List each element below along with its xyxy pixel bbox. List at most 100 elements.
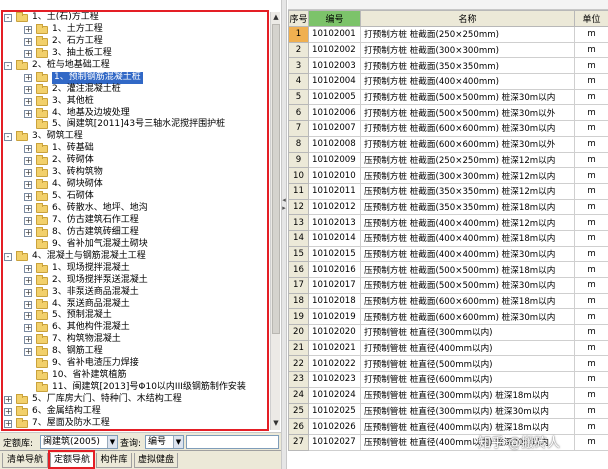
tree-item[interactable]: +5、石砌体 [2, 191, 268, 203]
table-row[interactable]: 11 10102011 压预制方桩 桩截面(350×350mm) 桩深12m以内 m [288, 182, 608, 200]
tree-item[interactable]: - 3、砌筑工程 [2, 131, 268, 143]
expand-icon[interactable]: + [24, 312, 32, 321]
query-field-select[interactable]: 编号 ▼ [145, 435, 184, 449]
chevron-down-icon[interactable]: ▼ [173, 436, 183, 448]
tree-item[interactable]: +2、石方工程 [2, 35, 268, 48]
expand-icon[interactable]: + [4, 419, 12, 428]
tree-item[interactable]: +8、钢筋工程 [2, 346, 268, 358]
col-header-name[interactable]: 名称 [360, 10, 575, 27]
tree-item[interactable]: 9、省补电渣压力焊接 [2, 358, 268, 370]
expand-icon[interactable]: + [24, 37, 32, 46]
tree-item[interactable]: +5、厂库房大门、特种门、木结构工程 [2, 394, 268, 406]
tree-item[interactable]: +8、仿古建筑砖细工程 [2, 226, 268, 239]
tree-item[interactable]: - 4、混凝土与钢筋混凝土工程 [2, 250, 268, 263]
col-header-unit[interactable]: 单位 [574, 10, 608, 27]
table-row[interactable]: 12 10102012 压预制方桩 桩截面(350×350mm) 桩深18m以内 m [288, 198, 608, 216]
splitter-arrows-icon[interactable]: ◂ ▸ [282, 196, 286, 212]
table-row[interactable]: 9 10102009 压预制方桩 桩截面(250×250mm) 桩深12m以内 m [288, 151, 608, 169]
collapse-icon[interactable]: - [4, 252, 12, 261]
tab-component-library[interactable]: 构件库 [96, 453, 132, 468]
table-row[interactable]: 13 10102013 压预制方桩 桩截面(400×400mm) 桩深12m以内 m [288, 214, 608, 231]
tree-item[interactable]: +6、金属结构工程 [2, 405, 268, 418]
tree-item[interactable]: +6、砖散水、地坪、地沟 [2, 203, 268, 215]
tree-item[interactable]: +1、土方工程 [2, 23, 268, 36]
tree-item[interactable]: - 2、桩与地基础工程 [2, 59, 268, 72]
tab-quota-navigation[interactable]: 定额导航 [50, 453, 94, 468]
tree-item[interactable]: +7、仿古建筑石作工程 [2, 214, 268, 227]
expand-icon[interactable]: + [24, 300, 32, 309]
tree-item[interactable]: +2、灌注混凝土桩 [2, 83, 268, 96]
tree-item[interactable]: +7、构筑物混凝土 [2, 334, 268, 346]
expand-icon[interactable]: + [24, 97, 32, 106]
tree-item[interactable]: 9、省补加气混凝土砌块 [2, 238, 268, 251]
tree-item[interactable]: - 1、土(石)方工程 [2, 12, 268, 24]
table-row[interactable]: 16 10102016 压预制方桩 桩截面(500×500mm) 桩深18m以内 m [288, 261, 608, 278]
col-header-seq[interactable]: 序号 [288, 10, 309, 27]
expand-icon[interactable]: + [24, 216, 32, 225]
expand-icon[interactable]: + [24, 228, 32, 237]
expand-icon[interactable]: + [24, 109, 32, 118]
tree-item[interactable]: +3、其他桩 [2, 95, 268, 108]
expand-icon[interactable]: + [24, 276, 32, 285]
expand-icon[interactable]: + [24, 181, 32, 190]
tree-item[interactable]: +4、泵送商品混凝土 [2, 298, 268, 311]
tree-item[interactable]: +1、现场搅拌混凝土 [2, 262, 268, 275]
tree-item[interactable]: 10、省补建筑植筋 [2, 370, 268, 382]
table-row[interactable]: 22 10102022 打预制管桩 桩直径(500mm以内) m [288, 355, 608, 373]
expand-icon[interactable]: + [24, 157, 32, 166]
expand-icon[interactable]: + [24, 25, 32, 34]
table-row[interactable]: 14 10102014 压预制方桩 桩截面(400×400mm) 桩深18m以内 m [288, 229, 608, 247]
table-row[interactable]: 6 10102006 打预制方桩 桩截面(500×500mm) 桩深30m以外 m [288, 104, 608, 122]
table-row[interactable]: 18 10102018 压预制方桩 桩截面(600×600mm) 桩深18m以内 m [288, 292, 608, 310]
panel-splitter[interactable]: ◂ ▸ [281, 0, 287, 469]
tab-bill-navigation[interactable]: 清单导航 [2, 453, 48, 468]
expand-icon[interactable]: + [24, 324, 32, 333]
expand-icon[interactable]: + [24, 145, 32, 154]
expand-icon[interactable]: + [24, 73, 32, 82]
table-row[interactable]: 10 10102010 压预制方桩 桩截面(300×300mm) 桩深12m以内 m [288, 167, 608, 184]
expand-icon[interactable]: + [4, 396, 12, 404]
table-row[interactable]: 7 10102007 打预制方桩 桩截面(600×600mm) 桩深30m以内 m [288, 120, 608, 137]
tree-item[interactable]: +3、抽土板工程 [2, 47, 268, 60]
scroll-up-arrow-icon[interactable]: ▲ [272, 13, 280, 22]
tree-item[interactable]: +6、其他构件混凝土 [2, 322, 268, 334]
table-row[interactable]: 25 10102025 压预制管桩 桩直径(300mm以内) 桩深30m以内 m [288, 402, 608, 420]
tree-item[interactable]: 11、闽建筑[2013]号Φ10以内III级钢筋制作安装 [2, 382, 268, 394]
tree-item[interactable]: +3、非泵送商品混凝土 [2, 286, 268, 299]
table-row[interactable]: 17 10102017 压预制方桩 桩截面(500×500mm) 桩深30m以内 m [288, 277, 608, 294]
collapse-icon[interactable]: - [4, 14, 12, 22]
table-row[interactable]: 1 10102001 打预制方桩 桩截面(250×250mm) m [288, 26, 608, 43]
expand-icon[interactable]: + [24, 193, 32, 202]
tree-scrollbar[interactable]: ▲ ▼ [270, 12, 280, 430]
expand-icon[interactable]: + [24, 205, 32, 213]
tree-item[interactable]: +1、预制钢筋混凝土桩 [2, 71, 268, 84]
expand-icon[interactable]: + [24, 288, 32, 297]
table-row[interactable]: 20 10102020 打预制管桩 桩直径(300mm以内) m [288, 324, 608, 341]
table-row[interactable]: 15 10102015 压预制方桩 桩截面(400×400mm) 桩深30m以内 m [288, 245, 608, 263]
chevron-down-icon[interactable]: ▼ [107, 436, 117, 448]
table-row[interactable]: 5 10102005 打预制方桩 桩截面(500×500mm) 桩深30m以内 m [288, 88, 608, 106]
tree-item[interactable]: +2、现场搅拌泵送混凝土 [2, 274, 268, 287]
tab-virtual-keyboard[interactable]: 虚拟健盘 [134, 453, 178, 468]
tree-item[interactable]: +4、地基及边坡处理 [2, 107, 268, 120]
table-row[interactable]: 19 10102019 压预制方桩 桩截面(600×600mm) 桩深30m以内 m [288, 308, 608, 326]
tree-item[interactable]: +4、砌块砌体 [2, 179, 268, 191]
tree-item[interactable]: +3、砖构筑物 [2, 167, 268, 179]
query-input[interactable] [186, 435, 279, 449]
tree-item[interactable]: +5、预制混凝土 [2, 310, 268, 322]
collapse-icon[interactable]: - [4, 61, 12, 70]
tree-item[interactable]: +7、屋面及防水工程 [2, 417, 268, 430]
tree-item[interactable]: 5、闽建筑[2011]43号三轴水泥搅拌围护桩 [2, 119, 268, 131]
table-row[interactable]: 24 10102024 压预制管桩 桩直径(300mm以内) 桩深18m以内 m [288, 386, 608, 404]
tree-item[interactable]: +1、砖基础 [2, 143, 268, 155]
expand-icon[interactable]: + [24, 169, 32, 178]
expand-icon[interactable]: + [24, 336, 32, 345]
col-header-code[interactable]: 编号 [308, 10, 361, 27]
expand-icon[interactable]: + [24, 85, 32, 94]
expand-icon[interactable]: + [24, 348, 32, 357]
table-row[interactable]: 4 10102004 打预制方桩 桩截面(400×400mm) m [288, 73, 608, 90]
table-row[interactable]: 2 10102002 打预制方桩 桩截面(300×300mm) m [288, 41, 608, 59]
table-row[interactable]: 21 10102021 打预制管桩 桩直径(400mm以内) m [288, 339, 608, 357]
table-row[interactable]: 3 10102003 打预制方桩 桩截面(350×350mm) m [288, 57, 608, 75]
scroll-down-arrow-icon[interactable]: ▼ [272, 419, 280, 428]
